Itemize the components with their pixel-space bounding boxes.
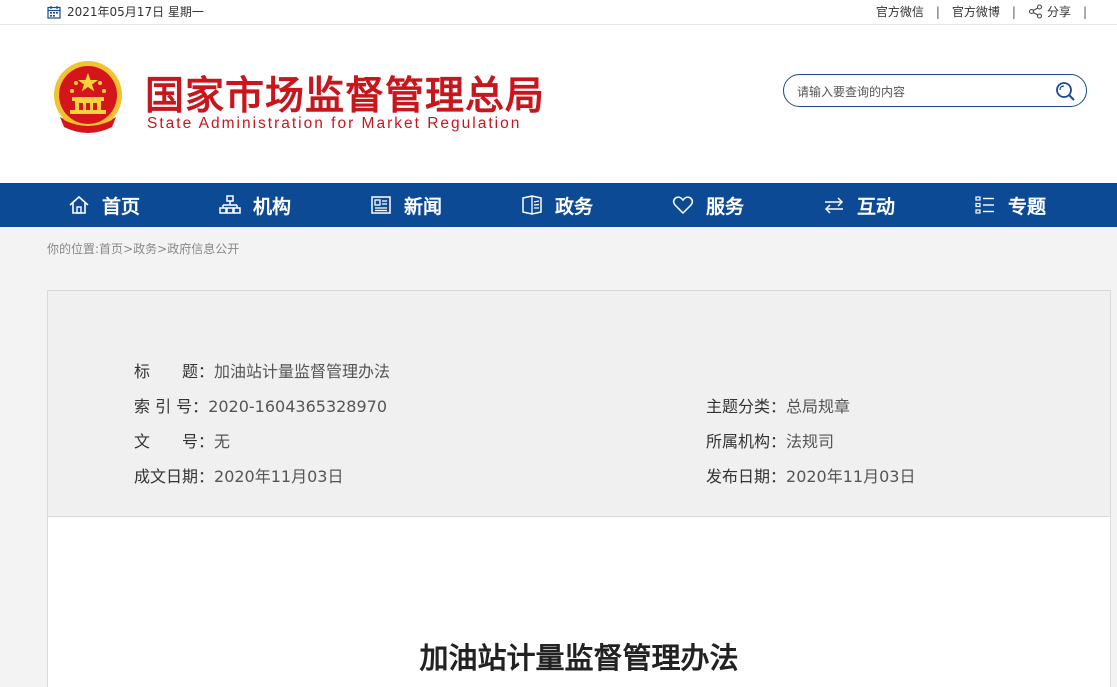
search-box (783, 74, 1087, 107)
info-topic-value: 总局规章 (786, 397, 851, 416)
nav-label: 服务 (706, 195, 745, 218)
document-info-panel: 标 题：加油站计量监督管理办法 索 引 号：2020-1604365328970… (47, 290, 1111, 517)
date-display: 2021年05月17日 星期一 (47, 3, 204, 20)
article-title: 加油站计量监督管理办法 (419, 641, 739, 675)
nav-item-home[interactable]: 首页 (68, 183, 140, 227)
government-icon (522, 195, 542, 215)
article-body: 加油站计量监督管理办法 (47, 517, 1111, 687)
breadcrumb-government[interactable]: 政务 (133, 242, 157, 256)
nav-item-government[interactable]: 政务 (521, 183, 593, 227)
info-title-row: 标 题：加油站计量监督管理办法 (134, 358, 390, 382)
main-nav: 首页 机构 新闻 政务 服务 互动 专题 (0, 183, 1117, 227)
share-label: 分享 (1046, 5, 1071, 19)
info-topic-row: 主题分类：总局规章 (706, 393, 850, 417)
nav-label: 互动 (857, 195, 896, 218)
calendar-icon (47, 5, 61, 19)
breadcrumb-separator: > (157, 242, 168, 256)
site-title-cn[interactable]: 国家市场监督管理总局 (145, 65, 545, 121)
exchange-arrows-icon (824, 197, 844, 214)
info-index-value: 2020-1604365328970 (208, 397, 388, 416)
national-emblem-icon[interactable] (50, 59, 126, 139)
info-published-row: 发布日期：2020年11月03日 (706, 463, 915, 487)
info-index-row: 索 引 号：2020-1604365328970 (134, 393, 387, 417)
info-doc-number-row: 文 号：无 (134, 428, 230, 452)
share-icon (1028, 4, 1042, 19)
heart-icon (672, 196, 694, 215)
nav-item-news[interactable]: 新闻 (370, 183, 442, 227)
nav-label: 首页 (102, 195, 141, 218)
site-header: 国家市场监督管理总局 State Administration for Mark… (0, 25, 1117, 183)
weibo-link[interactable]: 官方微博 (952, 3, 1000, 20)
breadcrumb: 你的位置:首页>政务>政府信息公开 (47, 240, 239, 257)
nav-item-topics[interactable]: 专题 (974, 183, 1046, 227)
nav-item-interaction[interactable]: 互动 (823, 183, 895, 227)
info-org-value: 法规司 (786, 432, 835, 451)
info-created-label: 成文日期： (134, 467, 215, 486)
info-index-label: 索 引 号： (134, 397, 209, 416)
date-text: 2021年05月17日 星期一 (67, 5, 204, 19)
separator: | (1011, 4, 1016, 19)
search-icon[interactable] (1054, 80, 1076, 102)
search-input[interactable] (795, 81, 1039, 103)
top-bar: 2021年05月17日 星期一 官方微信 | 官方微博 | 分享 | (0, 0, 1117, 25)
breadcrumb-home[interactable]: 首页 (99, 242, 123, 256)
nav-label: 机构 (253, 195, 292, 218)
news-icon (371, 196, 391, 214)
nav-item-service[interactable]: 服务 (672, 183, 744, 227)
info-org-row: 所属机构：法规司 (706, 428, 834, 452)
info-title-label: 标 题： (134, 362, 215, 381)
nav-label: 专题 (1008, 195, 1047, 218)
org-chart-icon (219, 195, 241, 214)
info-org-label: 所属机构： (706, 432, 787, 451)
list-icon (975, 196, 994, 214)
info-published-label: 发布日期： (706, 467, 787, 486)
separator: | (935, 4, 940, 19)
info-doc-number-value: 无 (214, 432, 231, 451)
info-topic-label: 主题分类： (706, 397, 787, 416)
info-published-value: 2020年11月03日 (786, 467, 916, 486)
breadcrumb-info-disclosure[interactable]: 政府信息公开 (167, 242, 239, 256)
info-title-value: 加油站计量监督管理办法 (214, 362, 391, 381)
home-icon (69, 195, 89, 214)
share-button[interactable]: 分享 (1028, 3, 1071, 20)
breadcrumb-prefix: 你的位置: (47, 242, 100, 256)
nav-label: 政务 (555, 195, 594, 218)
nav-label: 新闻 (404, 195, 443, 218)
wechat-link[interactable]: 官方微信 (876, 3, 924, 20)
site-title-en: State Administration for Market Regulati… (147, 115, 522, 132)
info-created-value: 2020年11月03日 (214, 467, 344, 486)
breadcrumb-separator: > (123, 242, 134, 256)
info-created-row: 成文日期：2020年11月03日 (134, 463, 343, 487)
separator: | (1082, 4, 1087, 19)
nav-item-org[interactable]: 机构 (219, 183, 291, 227)
info-doc-number-label: 文 号： (134, 432, 215, 451)
